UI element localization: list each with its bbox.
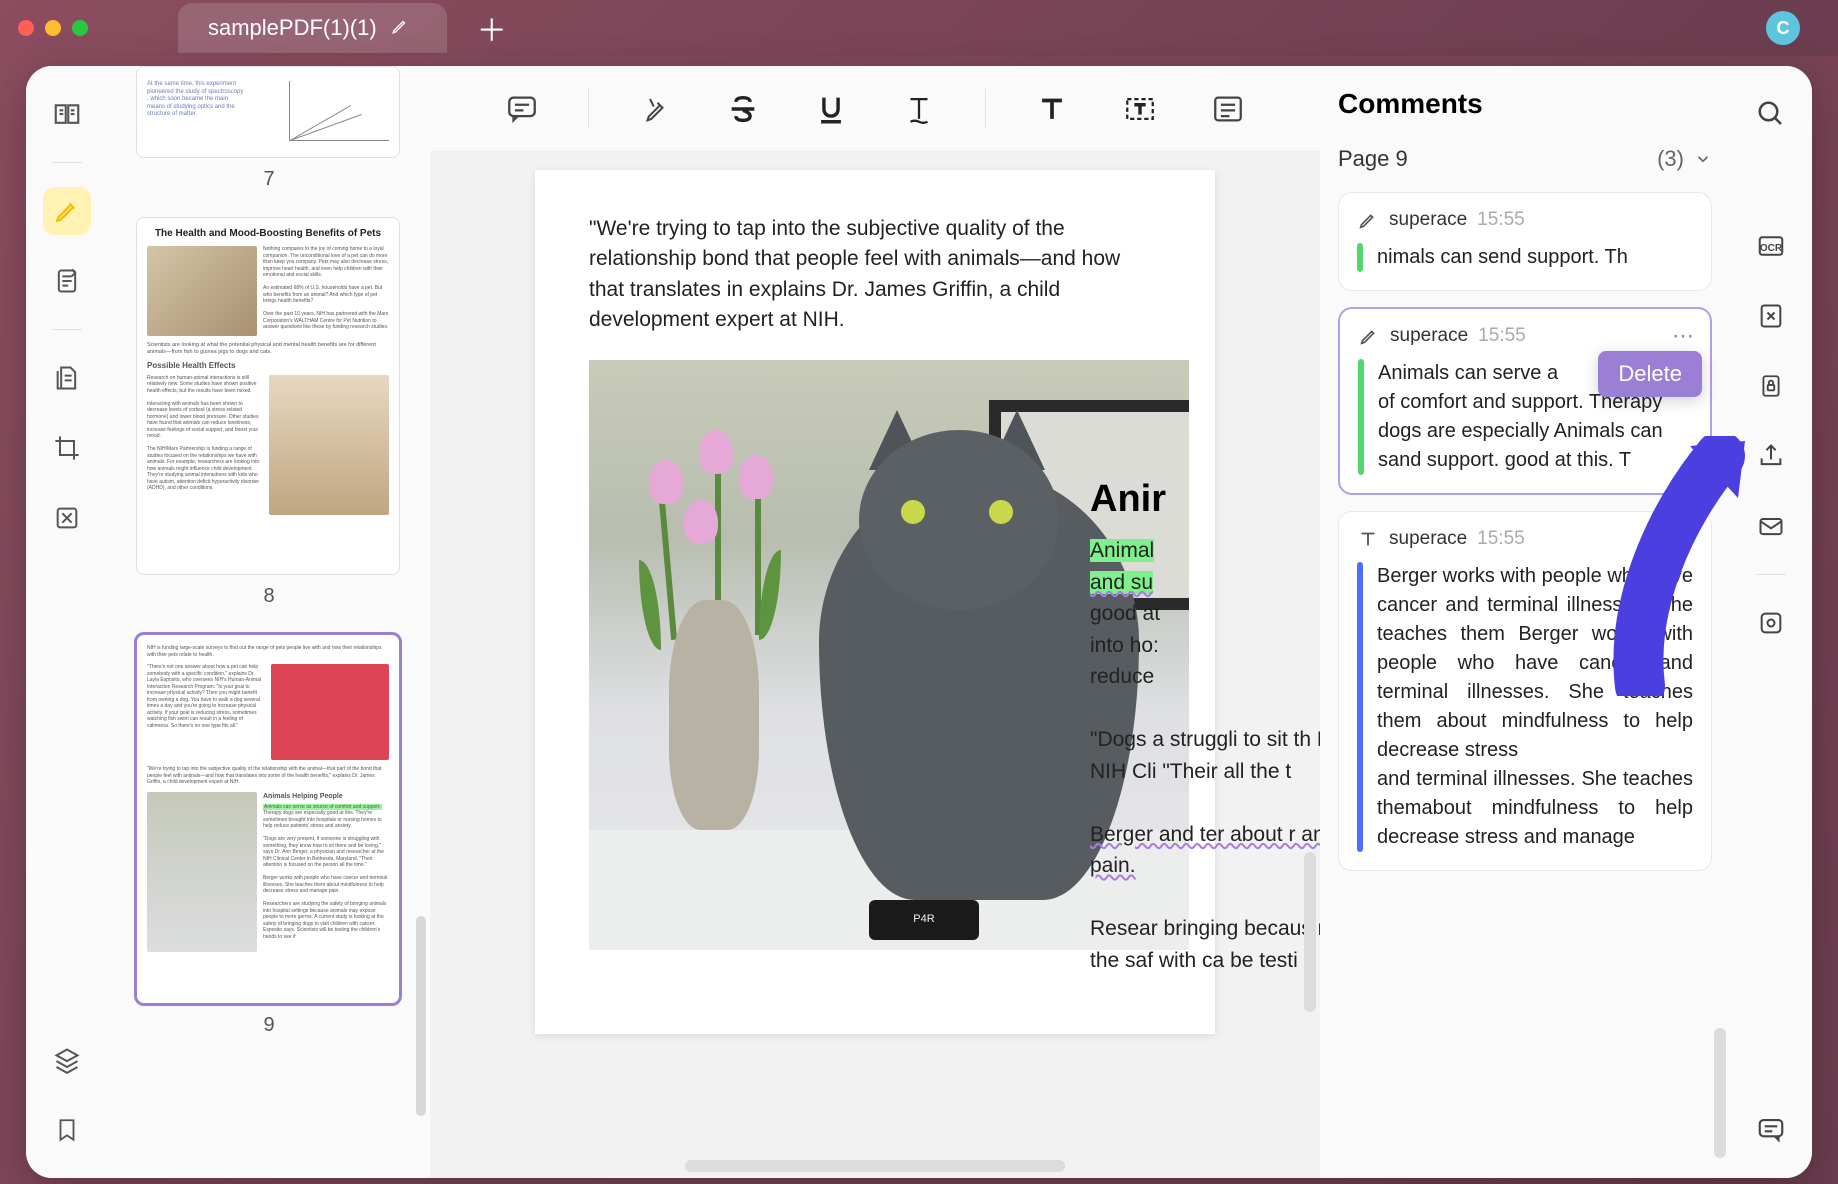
titlebar: samplePDF(1)(1) ＋ C (0, 0, 1838, 56)
comments-title: Comments (1338, 88, 1712, 120)
edit-icon[interactable] (391, 15, 409, 41)
mail-button[interactable] (1747, 502, 1795, 550)
ocr-button[interactable]: OCR (1747, 222, 1795, 270)
add-text-tool[interactable] (1030, 87, 1074, 131)
layers-button[interactable] (43, 1036, 91, 1084)
comments-collapse[interactable]: (3) (1657, 146, 1712, 172)
comment-time: 15:55 (1477, 528, 1525, 550)
thumbnail-page-8[interactable]: The Health and Mood-Boosting Benefits of… (136, 217, 402, 622)
comment-card[interactable]: superace 15:55 Berger works with people … (1338, 511, 1712, 871)
close-window[interactable] (18, 20, 34, 36)
highlighter-icon (1358, 325, 1380, 347)
thumbnail-page-9[interactable]: NIH is funding large-scale surveys to fi… (136, 634, 402, 1051)
thumbnail-scrollbar[interactable] (416, 916, 426, 1116)
share-button[interactable] (1747, 432, 1795, 480)
notes-button[interactable] (43, 257, 91, 305)
comment-user: superace (1390, 325, 1468, 347)
minimize-window[interactable] (45, 20, 61, 36)
page-hscroll[interactable] (685, 1160, 1065, 1172)
underline-tool[interactable] (809, 87, 853, 131)
comment-text: Berger works with people who have cancer… (1377, 562, 1693, 852)
document-tab[interactable]: samplePDF(1)(1) (178, 3, 447, 53)
comments-panel: Comments Page 9 (3) superace 15:55 nimal… (1320, 66, 1730, 1178)
underlined-text[interactable]: Berger and ter about r and ma pain. (1090, 823, 1320, 878)
comment-tool[interactable] (500, 87, 544, 131)
delete-button[interactable]: Delete (1598, 351, 1702, 397)
highlighter-button[interactable] (43, 187, 91, 235)
highlighter-icon (1357, 209, 1379, 231)
comment-text: nimals can send support. Th (1377, 243, 1628, 272)
thumbnail-number: 9 (136, 1004, 402, 1051)
page-quote: "We're trying to tap into the subjective… (589, 214, 1161, 336)
crop-button[interactable] (43, 424, 91, 472)
convert-button[interactable] (1747, 292, 1795, 340)
user-avatar[interactable]: C (1766, 11, 1800, 45)
thumbnail-number: 7 (136, 158, 402, 205)
section-heading: Anir (1090, 478, 1320, 521)
search-button[interactable] (1747, 90, 1795, 138)
left-rail (26, 66, 108, 1178)
thumbnail-panel[interactable]: At the same time, this experimentpioneer… (108, 66, 430, 1178)
bookmark-button[interactable] (43, 1106, 91, 1154)
comment-more-button[interactable]: ⋯ (1672, 323, 1696, 349)
page-right-col: Anir Animal and su good at into ho: redu… (1090, 152, 1320, 976)
document-view: "We're trying to tap into the subjective… (430, 66, 1320, 1178)
files-button[interactable] (43, 354, 91, 402)
thumbnail-number: 8 (136, 575, 402, 622)
comment-time: 15:55 (1478, 325, 1526, 347)
comment-card[interactable]: superace 15:55 nimals can send support. … (1338, 192, 1712, 291)
comments-scrollbar[interactable] (1714, 1028, 1726, 1158)
toggle-comments-button[interactable] (1747, 1106, 1795, 1154)
text-box-tool[interactable] (1118, 87, 1162, 131)
page-label: Page 9 (1338, 146, 1408, 172)
list-tool[interactable] (1206, 87, 1250, 131)
highlight-support[interactable]: and su (1090, 571, 1153, 594)
app-window: At the same time, this experimentpioneer… (26, 66, 1812, 1178)
comment-user: superace (1389, 528, 1467, 550)
traffic-lights (18, 20, 88, 36)
reader-mode-button[interactable] (43, 90, 91, 138)
maximize-window[interactable] (72, 20, 88, 36)
strikethrough-tool[interactable] (721, 87, 765, 131)
annotation-toolbar (430, 66, 1320, 152)
new-tab-button[interactable]: ＋ (477, 6, 507, 50)
comment-time: 15:55 (1477, 209, 1525, 231)
text-style-tool[interactable] (897, 87, 941, 131)
comment-card[interactable]: ⋯ Delete superace 15:55 Animals can serv… (1338, 307, 1712, 495)
comments-header: Page 9 (3) (1338, 146, 1712, 172)
page-vscroll[interactable] (1304, 852, 1316, 1012)
protect-button[interactable] (1747, 362, 1795, 410)
text-icon (1357, 528, 1379, 550)
settings-button[interactable] (1747, 599, 1795, 647)
svg-text:OCR: OCR (1760, 243, 1783, 254)
highlight-tool[interactable] (633, 87, 677, 131)
highlight-animals[interactable]: Animal (1090, 539, 1154, 562)
thumbnail-page-7[interactable]: At the same time, this experimentpioneer… (136, 66, 402, 205)
tab-title: samplePDF(1)(1) (208, 15, 377, 41)
right-rail: OCR (1730, 66, 1812, 1178)
comment-user: superace (1389, 209, 1467, 231)
stamp-button[interactable] (43, 494, 91, 542)
